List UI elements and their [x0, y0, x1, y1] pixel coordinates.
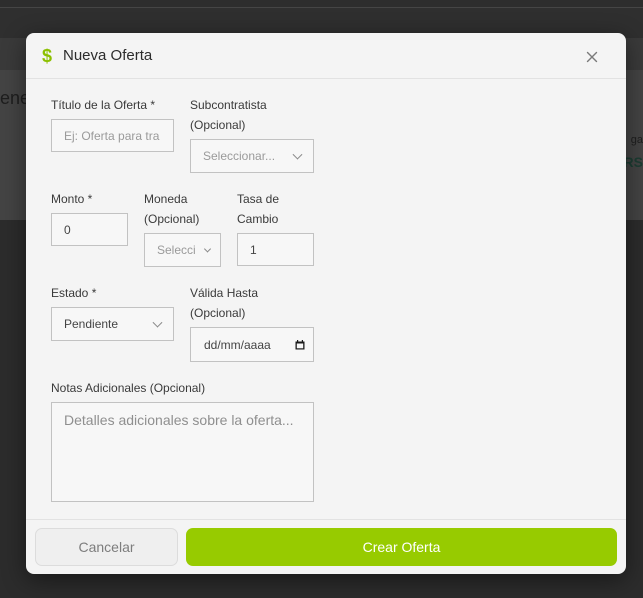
- chevron-down-icon: [203, 245, 212, 253]
- exchange-rate-label-line2: Cambio: [237, 212, 279, 226]
- chevron-down-icon: [152, 317, 163, 328]
- subcontractor-select-value: Seleccionar...: [203, 149, 276, 163]
- exchange-rate-input[interactable]: 1: [237, 233, 314, 266]
- subcontractor-select[interactable]: Seleccionar...: [190, 139, 314, 173]
- create-offer-button[interactable]: Crear Oferta: [186, 528, 617, 566]
- background-value: RS: [623, 154, 643, 170]
- status-label: Estado *: [51, 286, 97, 300]
- valid-until-label-line1: Válida Hasta: [190, 286, 259, 300]
- offer-title-label: Título de la Oferta *: [51, 98, 156, 112]
- calendar-icon[interactable]: [295, 339, 305, 350]
- notes-textarea[interactable]: Detalles adicionales sobre la oferta...: [51, 402, 314, 502]
- valid-until-date-value: dd/mm/aaaa: [204, 337, 271, 352]
- modal-footer: Cancelar Crear Oferta: [26, 519, 626, 574]
- currency-select[interactable]: Selecci: [144, 233, 221, 267]
- new-offer-modal: $ Nueva Oferta Título de la Oferta * Ej:…: [26, 33, 626, 574]
- currency-label-line1: Moneda: [144, 192, 188, 206]
- status-select-value: Pendiente: [64, 317, 119, 331]
- modal-title: Nueva Oferta: [63, 47, 153, 64]
- amount-input[interactable]: 0: [51, 213, 128, 246]
- status-select[interactable]: Pendiente: [51, 307, 174, 341]
- modal-header: $ Nueva Oferta: [26, 33, 626, 79]
- background-topbar: [0, 0, 643, 8]
- amount-label: Monto *: [51, 192, 93, 206]
- currency-label-line2: (Opcional): [144, 212, 200, 226]
- currency-select-value: Selecci: [157, 243, 196, 257]
- valid-until-label-line2: (Opcional): [190, 306, 246, 320]
- notes-label: Notas Adicionales (Opcional): [51, 381, 206, 395]
- offer-title-input[interactable]: Ej: Oferta para tra: [51, 119, 174, 152]
- dollar-icon: $: [41, 46, 52, 66]
- exchange-rate-label-line1: Tasa de: [237, 192, 280, 206]
- subcontractor-label-line1: Subcontratista: [190, 98, 267, 112]
- close-icon[interactable]: [584, 49, 600, 65]
- subcontractor-label-line2: (Opcional): [190, 118, 246, 132]
- chevron-down-icon: [292, 149, 303, 160]
- background-label: ga: [630, 134, 643, 146]
- valid-until-date-input[interactable]: dd/mm/aaaa: [190, 327, 314, 362]
- cancel-button[interactable]: Cancelar: [35, 528, 178, 566]
